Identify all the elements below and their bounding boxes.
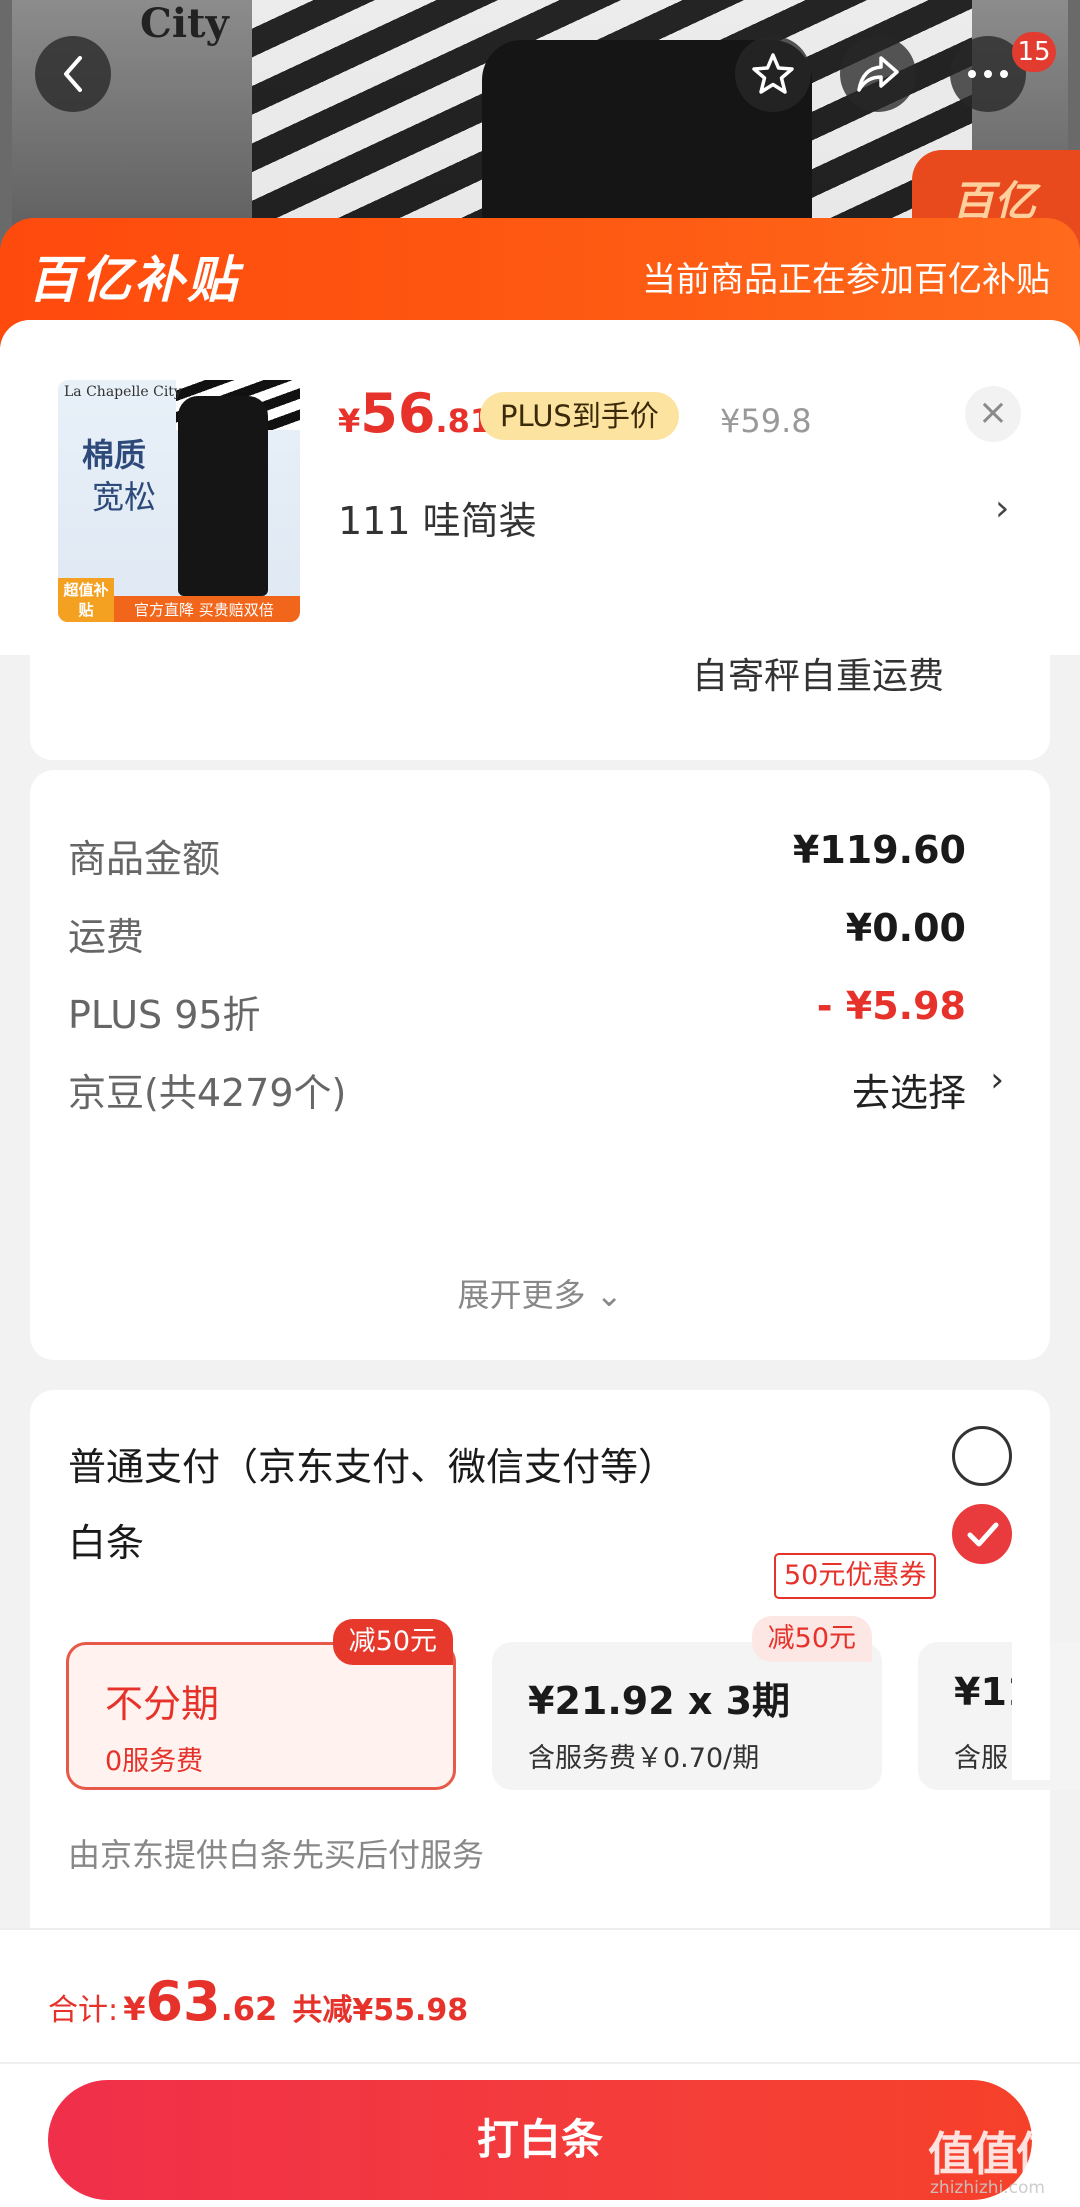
checkout-bottom-bar: 合计: ¥63.62 共减¥55.98 打白条 [0, 1928, 1080, 2207]
chevron-right-icon[interactable]: › [995, 488, 1009, 529]
close-button[interactable]: × [965, 386, 1021, 442]
thumb-title-1: 棉质 [82, 436, 147, 474]
notification-badge: 15 [1012, 32, 1056, 72]
check-icon [967, 1522, 999, 1547]
plus-price-tag: PLUS到手价 [480, 392, 679, 440]
plan-fee: 0服务费 [105, 1746, 204, 1777]
coupon-badge: 50元优惠券 [774, 1553, 937, 1599]
back-button[interactable] [35, 36, 111, 112]
fee-value: ¥119.60 [792, 828, 966, 872]
fee-value: ¥0.00 [845, 906, 966, 950]
hero-photo: City 百亿 [12, 0, 1080, 250]
price-integer: 56 [360, 382, 436, 445]
price-symbol: ¥ [338, 402, 361, 440]
installment-plan-6[interactable]: ¥11 含服 [918, 1642, 1080, 1790]
product-thumbnail[interactable]: La Chapelle City 棉质 宽松 官方直降 买贵赔双倍 超值补贴 [58, 380, 300, 622]
baitiao-radio-checked[interactable] [952, 1504, 1012, 1564]
product-hero-image: City 百亿 [0, 0, 1080, 250]
hero-brand-text: City [140, 0, 229, 47]
plan-discount-tag: 减50元 [332, 1619, 453, 1665]
favorite-button[interactable] [735, 36, 811, 112]
fee-row-goods: 商品金额 ¥119.60 [68, 828, 1018, 888]
total-integer: 63 [145, 1970, 221, 2033]
thumb-tag-text: 官方直降 买贵赔双倍 [134, 601, 274, 619]
product-spec[interactable]: 111 哇简装 [338, 490, 537, 545]
original-price: ¥59.8 [720, 402, 812, 440]
fee-row-plus-discount: PLUS 95折 - ¥5.98 [68, 984, 1018, 1044]
total-symbol: ¥ [123, 1990, 146, 2028]
shipping-note-card: 自寄秤自重运费 [30, 655, 1050, 760]
subsidy-banner-text: 当前商品正在参加百亿补贴 [642, 260, 1050, 300]
chevron-right-icon[interactable]: › [990, 1060, 1004, 1100]
divider [0, 2062, 1080, 2064]
normal-pay-option[interactable]: 普通支付（京东支付、微信支付等） [68, 1436, 676, 1491]
checkout-sheet: La Chapelle City 棉质 宽松 官方直降 买贵赔双倍 超值补贴 ¥… [0, 320, 1080, 2207]
share-icon [857, 56, 899, 92]
fee-label: 京豆(共4279个) [68, 1071, 347, 1115]
fee-row-jingdou[interactable]: 京豆(共4279个) 去选择 › [68, 1060, 1018, 1122]
fee-summary-card: 商品金额 ¥119.60 运费 ¥0.00 PLUS 95折 - ¥5.98 京… [30, 770, 1050, 1360]
installment-plan-none[interactable]: 减50元 不分期 0服务费 [66, 1619, 456, 1790]
plan-title: 不分期 [105, 1682, 220, 1726]
order-total: 合计: ¥63.62 共减¥55.98 [48, 1970, 468, 2033]
fee-label: 运费 [68, 915, 145, 959]
payment-method-card: 普通支付（京东支付、微信支付等） 白条 50元优惠券 减50元 不分期 0服务费… [30, 1390, 1080, 1950]
total-decimal: .62 [220, 1990, 278, 2028]
chevron-left-icon [64, 56, 82, 92]
plan-fee: 含服务费￥0.70/期 [528, 1743, 760, 1774]
plan-fee: 含服 [954, 1743, 1008, 1774]
expand-more-label: 展开更多 [457, 1276, 586, 1314]
shipping-note: 自寄秤自重运费 [692, 656, 945, 697]
product-card: La Chapelle City 棉质 宽松 官方直降 买贵赔双倍 超值补贴 ¥… [0, 320, 1080, 655]
fee-value: - ¥5.98 [816, 984, 966, 1028]
share-button[interactable] [840, 36, 916, 112]
thumb-pants [178, 396, 268, 596]
chevron-down-icon: ⌄ [595, 1276, 623, 1314]
fee-label: PLUS 95折 [68, 993, 261, 1037]
normal-pay-radio[interactable] [952, 1426, 1012, 1486]
installment-plan-3[interactable]: 减50元 ¥21.92 x 3期 含服务费￥0.70/期 [492, 1616, 882, 1790]
total-saving: 共减¥55.98 [292, 1993, 469, 2028]
baitiao-service-note: 由京东提供白条先买后付服务 [68, 1836, 485, 1874]
watermark-url: zhizhizhi.com [930, 2178, 1045, 2198]
thumb-brand: La Chapelle City [64, 384, 182, 400]
star-icon [752, 53, 794, 94]
scroll-fade [1012, 1620, 1050, 1780]
jingdou-select-link[interactable]: 去选择 [852, 1062, 966, 1117]
more-dots-icon [968, 70, 1008, 78]
expand-more-button[interactable]: 展开更多 ⌄ [30, 1270, 1050, 1316]
watermark-logo: 值值值 [928, 2127, 1062, 2181]
baitiao-option[interactable]: 白条 [68, 1512, 144, 1567]
fee-label: 商品金额 [68, 837, 221, 881]
thumb-subsidy: 超值补贴 [58, 578, 114, 622]
subsidy-logo: 百亿补贴 [28, 251, 240, 309]
plan-title: ¥21.92 x 3期 [528, 1679, 791, 1723]
thumb-title-2: 宽松 [92, 478, 157, 516]
product-price: ¥56.81 [338, 382, 492, 445]
pay-baitiao-button[interactable]: 打白条 [48, 2080, 1032, 2200]
total-label: 合计: [48, 1993, 119, 2028]
fee-row-shipping: 运费 ¥0.00 [68, 906, 1018, 966]
plan-discount-tag: 减50元 [751, 1616, 872, 1662]
